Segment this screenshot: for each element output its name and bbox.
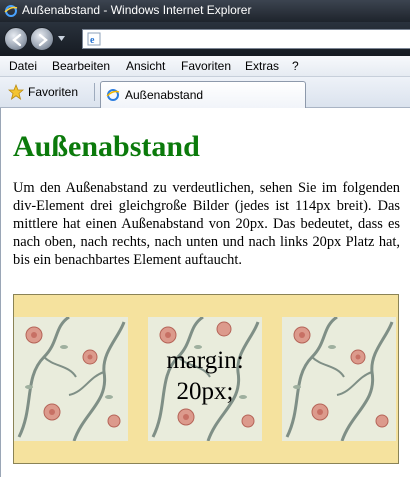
tab-label: Außenabstand (125, 88, 204, 102)
menu-datei[interactable]: Datei (9, 59, 37, 73)
ie-page-icon (106, 89, 120, 101)
favorites-separator (94, 83, 95, 101)
ie-logo-icon (4, 4, 18, 18)
tab-aussenabstand[interactable]: Außenabstand (100, 81, 306, 108)
favorites-label: Favoriten (28, 85, 79, 99)
window-title: Außenabstand - Windows Internet Explorer (22, 3, 252, 17)
forward-arrow-icon (38, 33, 48, 47)
address-bar[interactable]: e (82, 29, 410, 49)
svg-text:e: e (90, 35, 95, 46)
margin-caption: margin: 20px; (148, 345, 262, 407)
menu-help[interactable]: ? (292, 59, 299, 73)
menu-bearbeiten[interactable]: Bearbeiten (52, 59, 110, 73)
menu-bar: Datei Bearbeiten Ansicht Favoriten Extra… (0, 56, 410, 77)
caption-line-2: 20px; (176, 378, 234, 405)
star-icon (8, 84, 24, 100)
window-title-bar: Außenabstand - Windows Internet Explorer (0, 0, 410, 22)
forward-button[interactable] (30, 27, 54, 51)
ie-page-icon: e (87, 32, 101, 51)
menu-favoriten[interactable]: Favoriten (181, 59, 231, 73)
navigation-bar: e (0, 22, 410, 56)
back-button[interactable] (4, 27, 28, 51)
favorites-bar: Favoriten Außenabstand (0, 77, 410, 108)
back-arrow-icon (12, 33, 22, 47)
favorites-button[interactable]: Favoriten (4, 82, 84, 102)
address-input[interactable] (105, 31, 405, 47)
page-paragraph: Um den Außenabstand zu verdeutlichen, se… (13, 180, 400, 268)
floral-image (14, 317, 128, 441)
menu-extras[interactable]: Extras (245, 59, 279, 73)
floral-image (282, 317, 396, 441)
menu-ansicht[interactable]: Ansicht (126, 59, 165, 73)
recent-pages-dropdown-icon[interactable] (58, 36, 65, 41)
margin-demo-box: margin: 20px; (13, 294, 399, 464)
page-title: Außenabstand (13, 130, 200, 163)
page-content: Außenabstand Um den Außenabstand zu verd… (0, 108, 410, 477)
caption-line-1: margin: (166, 347, 244, 374)
